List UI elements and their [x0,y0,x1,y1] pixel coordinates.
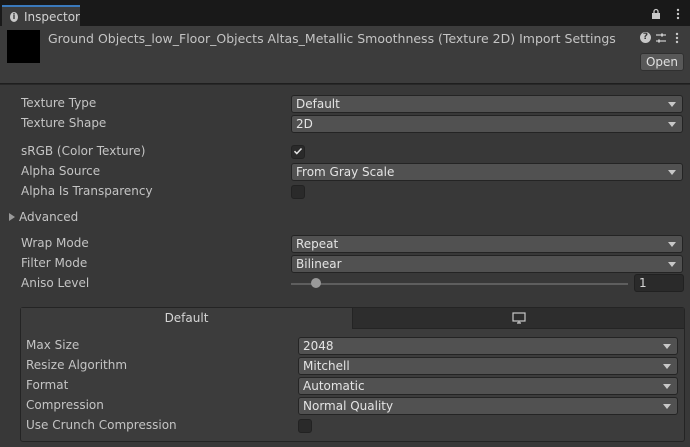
tab-inspector[interactable]: i Inspector [2,5,80,26]
platform-settings-panel: Default Max Size 2048 Resize Algorithm M… [20,307,685,442]
filter-mode-value: Bilinear [296,257,342,271]
texture-shape-row: Texture Shape 2D [0,114,690,134]
format-row: Format Automatic [21,376,684,396]
texture-shape-dropdown[interactable]: 2D [291,115,683,133]
max-size-row: Max Size 2048 [21,336,684,356]
max-size-value: 2048 [303,339,334,353]
texture-shape-label: Texture Shape [21,116,107,130]
srgb-label: sRGB (Color Texture) [21,144,146,158]
compression-label: Compression [26,398,104,412]
use-crunch-compression-checkbox[interactable] [298,419,312,433]
chevron-down-icon [663,384,671,389]
alpha-is-transparency-label: Alpha Is Transparency [21,184,153,198]
format-dropdown[interactable]: Automatic [298,377,678,395]
header-icons: ? [640,32,683,44]
texture-shape-value: 2D [296,117,313,131]
tab-label: Inspector [24,9,80,24]
alpha-source-dropdown[interactable]: From Gray Scale [291,163,683,181]
format-value: Automatic [303,379,365,393]
aniso-level-slider-handle[interactable] [311,278,321,288]
max-size-dropdown[interactable]: 2048 [298,337,678,355]
aniso-level-slider-track[interactable] [291,283,628,285]
texture-type-row: Texture Type Default [0,94,690,114]
compression-dropdown[interactable]: Normal Quality [298,397,678,415]
chevron-down-icon [663,344,671,349]
aniso-level-label: Aniso Level [21,276,90,290]
wrap-mode-dropdown[interactable]: Repeat [291,235,683,253]
info-icon: i [10,11,19,22]
alpha-source-row: Alpha Source From Gray Scale [0,162,690,182]
compression-row: Compression Normal Quality [21,396,684,416]
chevron-down-icon [668,122,676,127]
open-button[interactable]: Open [640,53,684,71]
wrap-mode-label: Wrap Mode [21,236,89,250]
lock-icon[interactable] [650,8,662,20]
texture-type-dropdown[interactable]: Default [291,95,683,113]
import-settings-body: Texture Type Default Texture Shape 2D sR… [0,85,690,447]
alpha-source-label: Alpha Source [21,164,101,178]
filter-mode-label: Filter Mode [21,256,88,270]
compression-value: Normal Quality [303,399,394,413]
checkmark-icon [293,147,303,155]
tab-bar: i Inspector [0,0,690,26]
monitor-icon [511,310,526,324]
tab-standalone-platform[interactable] [353,308,684,329]
chevron-down-icon [668,262,676,267]
presets-icon[interactable] [655,32,667,44]
wrap-mode-row: Wrap Mode Repeat [0,234,690,254]
more-menu-icon[interactable] [671,32,683,44]
advanced-label: Advanced [19,210,79,224]
texture-type-value: Default [296,97,340,111]
resize-algorithm-dropdown[interactable]: Mitchell [298,357,678,375]
chevron-down-icon [668,242,676,247]
resize-algorithm-value: Mitchell [303,359,350,373]
resize-algorithm-row: Resize Algorithm Mitchell [21,356,684,376]
resize-algorithm-label: Resize Algorithm [26,358,128,372]
texture-type-label: Texture Type [21,96,97,110]
advanced-foldout-row[interactable]: Advanced [0,208,690,228]
more-menu-icon[interactable] [672,8,684,20]
filter-mode-dropdown[interactable]: Bilinear [291,255,683,273]
wrap-mode-value: Repeat [296,237,339,251]
format-label: Format [26,378,69,392]
chevron-down-icon [668,102,676,107]
alpha-is-transparency-checkbox[interactable] [291,185,305,199]
help-icon[interactable]: ? [640,32,651,43]
texture-preview-thumbnail [7,30,40,63]
page-title: Ground Objects_low_Floor_Objects Altas_M… [48,31,616,46]
aniso-level-row: Aniso Level 1 [0,274,690,294]
advanced-foldout[interactable]: Advanced [9,210,78,224]
tab-bar-icons [650,8,684,20]
inspector-header: Ground Objects_low_Floor_Objects Altas_M… [0,26,690,84]
max-size-label: Max Size [26,338,80,352]
chevron-down-icon [668,170,676,175]
use-crunch-compression-label: Use Crunch Compression [26,418,177,432]
alpha-source-value: From Gray Scale [296,165,395,179]
chevron-right-icon [9,212,15,221]
chevron-down-icon [663,404,671,409]
alpha-is-transparency-row: Alpha Is Transparency [0,182,690,202]
srgb-row: sRGB (Color Texture) [0,142,690,162]
chevron-down-icon [663,364,671,369]
srgb-checkbox[interactable] [291,145,305,159]
use-crunch-compression-row: Use Crunch Compression [21,416,684,436]
aniso-level-input[interactable]: 1 [634,274,684,292]
filter-mode-row: Filter Mode Bilinear [0,254,690,274]
tab-default-platform[interactable]: Default [21,308,353,329]
